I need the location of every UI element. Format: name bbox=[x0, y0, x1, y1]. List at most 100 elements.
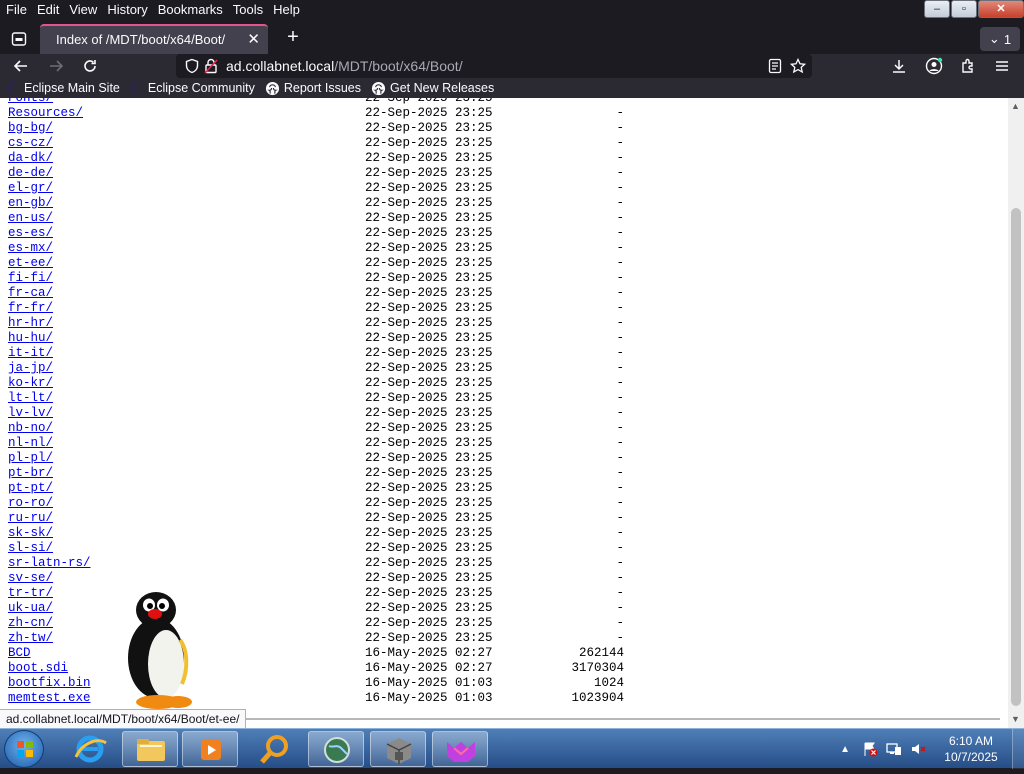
file-link[interactable]: nb-no/ bbox=[8, 421, 53, 436]
vertical-scrollbar[interactable]: ▲ ▼ bbox=[1008, 98, 1024, 728]
bookmark-get-new-releases[interactable]: Get New Releases bbox=[371, 81, 494, 96]
file-link[interactable]: el-gr/ bbox=[8, 181, 53, 196]
file-link[interactable]: fi-fi/ bbox=[8, 271, 53, 286]
show-desktop-button[interactable] bbox=[1012, 729, 1024, 769]
tab-list-button[interactable]: ⌄ 1 bbox=[980, 27, 1020, 51]
scroll-up-icon[interactable]: ▲ bbox=[1011, 101, 1020, 111]
url-bar[interactable]: ad.collabnet.local/MDT/boot/x64/Boot/ bbox=[176, 54, 812, 78]
downloads-button[interactable] bbox=[886, 54, 912, 78]
file-link[interactable]: sv-se/ bbox=[8, 571, 53, 586]
taskbar-media-player[interactable] bbox=[182, 731, 238, 767]
extensions-button[interactable] bbox=[955, 54, 981, 78]
file-link[interactable]: ru-ru/ bbox=[8, 511, 53, 526]
file-link[interactable]: sr-latn-rs/ bbox=[8, 556, 91, 571]
file-link[interactable]: en-gb/ bbox=[8, 196, 53, 211]
taskbar-search-app[interactable] bbox=[246, 731, 302, 767]
account-icon bbox=[925, 57, 943, 75]
close-window-button[interactable]: ✕ bbox=[978, 0, 1024, 18]
menu-edit[interactable]: Edit bbox=[32, 0, 64, 22]
file-link[interactable]: lt-lt/ bbox=[8, 391, 53, 406]
file-link[interactable]: hr-hr/ bbox=[8, 316, 53, 331]
menu-file[interactable]: File bbox=[0, 0, 32, 22]
action-center-flag-icon[interactable] bbox=[862, 741, 878, 757]
taskbar-clock[interactable]: 6:10 AM 10/7/2025 bbox=[930, 733, 1012, 765]
file-link[interactable]: es-es/ bbox=[8, 226, 53, 241]
taskbar-firefox[interactable] bbox=[432, 731, 488, 767]
bookmark-star-icon[interactable] bbox=[790, 58, 806, 74]
file-link[interactable]: bg-bg/ bbox=[8, 121, 53, 136]
modified-date: 22-Sep-2025 23:25 bbox=[365, 211, 493, 225]
account-button[interactable] bbox=[921, 54, 947, 78]
volume-muted-icon[interactable] bbox=[910, 741, 926, 757]
file-link[interactable]: pt-br/ bbox=[8, 466, 53, 481]
file-link[interactable]: memtest.exe bbox=[8, 691, 91, 706]
file-link[interactable]: en-us/ bbox=[8, 211, 53, 226]
taskbar-browser-globe[interactable] bbox=[308, 731, 364, 767]
file-size: - bbox=[616, 496, 624, 510]
file-link[interactable]: zh-tw/ bbox=[8, 631, 53, 646]
menu-help[interactable]: Help bbox=[268, 0, 305, 22]
bookmark-report-issues[interactable]: Report Issues bbox=[265, 81, 361, 96]
show-hidden-icons-button[interactable]: ▲ bbox=[840, 744, 850, 755]
tab-count: 1 bbox=[1003, 31, 1012, 47]
shield-icon[interactable] bbox=[184, 58, 200, 74]
modified-date: 22-Sep-2025 23:25 bbox=[365, 98, 493, 105]
file-link[interactable]: uk-ua/ bbox=[8, 601, 53, 616]
file-link[interactable]: tr-tr/ bbox=[8, 586, 53, 601]
menu-bookmarks[interactable]: Bookmarks bbox=[153, 0, 228, 22]
file-link[interactable]: ja-jp/ bbox=[8, 361, 53, 376]
menu-history[interactable]: History bbox=[102, 0, 152, 22]
back-button[interactable] bbox=[8, 54, 34, 78]
new-tab-button[interactable]: + bbox=[280, 26, 306, 50]
taskbar-app-cube[interactable] bbox=[370, 731, 426, 767]
file-link[interactable]: nl-nl/ bbox=[8, 436, 53, 451]
taskbar-internet-explorer[interactable] bbox=[62, 731, 118, 767]
file-link[interactable]: ko-kr/ bbox=[8, 376, 53, 391]
tab-active[interactable]: Index of /MDT/boot/x64/Boot/ ✕ bbox=[40, 24, 268, 54]
file-link[interactable]: pl-pl/ bbox=[8, 451, 53, 466]
file-link[interactable]: BCD bbox=[8, 646, 31, 661]
file-link[interactable]: sk-sk/ bbox=[8, 526, 53, 541]
taskbar-file-explorer[interactable] bbox=[122, 731, 178, 767]
scroll-down-icon[interactable]: ▼ bbox=[1011, 714, 1020, 724]
file-link[interactable]: pt-pt/ bbox=[8, 481, 53, 496]
file-link[interactable]: hu-hu/ bbox=[8, 331, 53, 346]
file-size: - bbox=[616, 361, 624, 375]
magnifier-icon bbox=[260, 735, 288, 764]
file-link[interactable]: ro-ro/ bbox=[8, 496, 53, 511]
firefox-view-button[interactable] bbox=[6, 26, 32, 52]
file-link[interactable]: cs-cz/ bbox=[8, 136, 53, 151]
file-link[interactable]: fr-ca/ bbox=[8, 286, 53, 301]
file-link[interactable]: de-de/ bbox=[8, 166, 53, 181]
file-link[interactable]: fr-fr/ bbox=[8, 301, 53, 316]
file-link[interactable]: Resources/ bbox=[8, 106, 83, 121]
forward-button[interactable] bbox=[43, 54, 69, 78]
network-icon[interactable] bbox=[886, 741, 902, 757]
menu-view[interactable]: View bbox=[64, 0, 102, 22]
bookmark-eclipse-community[interactable]: Eclipse Community bbox=[130, 81, 255, 95]
reader-view-icon[interactable] bbox=[768, 58, 782, 74]
file-link[interactable]: lv-lv/ bbox=[8, 406, 53, 421]
file-link[interactable]: it-it/ bbox=[8, 346, 53, 361]
menu-tools[interactable]: Tools bbox=[228, 0, 268, 22]
file-link[interactable]: zh-cn/ bbox=[8, 616, 53, 631]
file-link[interactable]: sl-si/ bbox=[8, 541, 53, 556]
tab-close-icon[interactable]: ✕ bbox=[247, 26, 260, 53]
file-link[interactable]: boot.sdi bbox=[8, 661, 68, 676]
reload-button[interactable] bbox=[77, 54, 103, 78]
modified-date: 22-Sep-2025 23:25 bbox=[365, 136, 493, 150]
app-menu-button[interactable] bbox=[989, 54, 1015, 78]
minimize-button[interactable]: – bbox=[924, 0, 950, 18]
start-button[interactable] bbox=[4, 730, 44, 768]
file-link[interactable]: et-ee/ bbox=[8, 256, 53, 271]
penguin-mascot[interactable] bbox=[120, 590, 200, 715]
file-link[interactable]: Fonts/ bbox=[8, 98, 53, 106]
file-link[interactable]: es-mx/ bbox=[8, 241, 53, 256]
bookmark-eclipse-main-site[interactable]: Eclipse Main Site bbox=[6, 81, 120, 95]
file-link[interactable]: bootfix.bin bbox=[8, 676, 91, 691]
lock-warning-icon[interactable] bbox=[204, 58, 218, 74]
file-size: - bbox=[616, 271, 624, 285]
file-link[interactable]: da-dk/ bbox=[8, 151, 53, 166]
scrollbar-thumb[interactable] bbox=[1011, 208, 1021, 706]
maximize-button[interactable]: ▫ bbox=[951, 0, 977, 18]
